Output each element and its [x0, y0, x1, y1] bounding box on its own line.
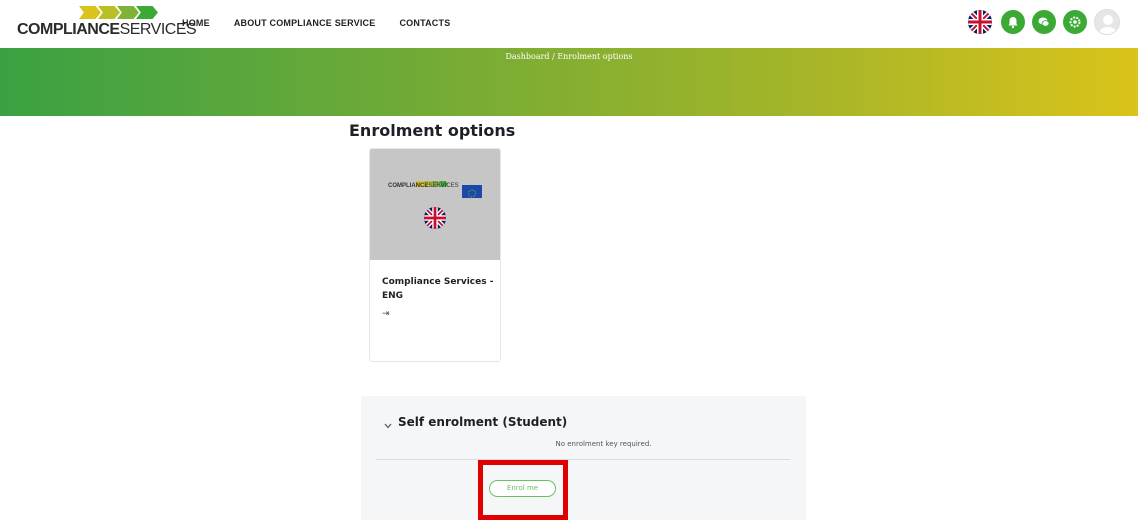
eu-flag-icon — [462, 185, 482, 198]
uk-flag-icon — [424, 207, 446, 229]
nav-contacts[interactable]: CONTACTS — [399, 18, 450, 28]
enrolment-method-heading[interactable]: Self enrolment (Student) — [398, 415, 567, 429]
highlight-annotation — [478, 460, 568, 520]
chevron-down-icon[interactable] — [384, 422, 392, 432]
user-menu-area — [968, 9, 1120, 35]
course-name[interactable]: Compliance Services - ENG — [382, 275, 494, 303]
self-enrolment-panel: Self enrolment (Student) No enrolment ke… — [361, 396, 806, 520]
self-enrol-icon: ⇥ — [382, 309, 390, 319]
page-title: Enrolment options — [349, 121, 516, 140]
logo-text: COMPLIANCESERVICES — [17, 21, 197, 38]
logo-chevrons — [79, 6, 158, 19]
divider — [376, 459, 790, 460]
top-navbar: COMPLIANCESERVICES HOME ABOUT COMPLIANCE… — [0, 0, 1138, 48]
breadcrumb[interactable]: Dashboard / Enrolment options — [0, 52, 1138, 61]
notification-icon[interactable] — [1001, 10, 1025, 34]
settings-icon[interactable] — [1063, 10, 1087, 34]
nav-about[interactable]: ABOUT COMPLIANCE SERVICE — [234, 18, 376, 28]
messages-icon[interactable] — [1032, 10, 1056, 34]
primary-nav: HOME ABOUT COMPLIANCE SERVICE CONTACTS — [182, 18, 474, 28]
course-image: COMPLIANCESERVICES — [370, 149, 500, 260]
site-logo[interactable]: COMPLIANCESERVICES — [17, 6, 197, 44]
enrolment-key-note: No enrolment key required. — [555, 440, 652, 448]
nav-home[interactable]: HOME — [182, 18, 210, 28]
course-card[interactable]: COMPLIANCESERVICES Compliance Services -… — [369, 148, 501, 362]
user-avatar-icon[interactable] — [1094, 9, 1120, 35]
uk-flag-icon[interactable] — [968, 10, 992, 34]
course-image-logo: COMPLIANCESERVICES — [388, 183, 459, 189]
